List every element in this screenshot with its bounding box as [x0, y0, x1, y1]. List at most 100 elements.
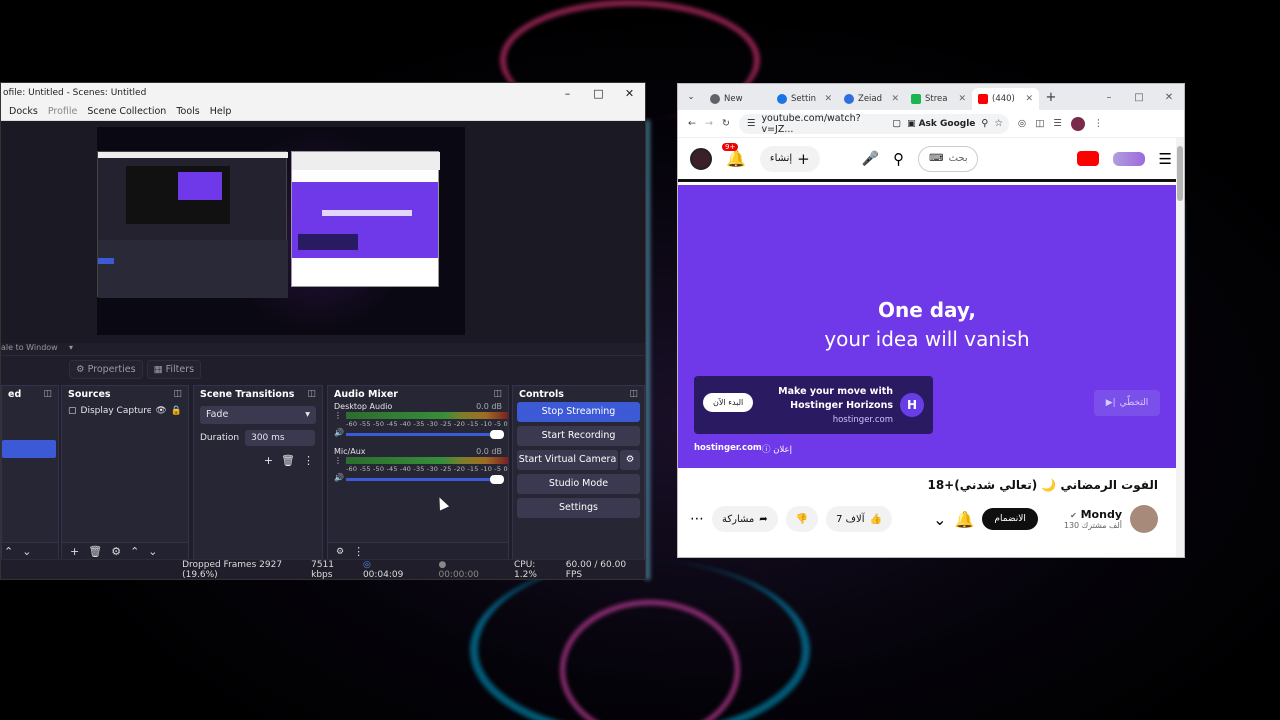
menu-profile[interactable]: Profile — [48, 106, 78, 117]
search-icon[interactable]: ⚲ — [893, 150, 904, 168]
menu-help[interactable]: Help — [210, 106, 232, 117]
join-button[interactable]: الانضمام — [982, 508, 1038, 530]
video-player-ad[interactable]: One day, your idea will vanish البدء الآ… — [678, 185, 1176, 468]
ad-card[interactable]: البدء الآن Make your move with Hostinger… — [694, 376, 933, 434]
avatar[interactable] — [690, 147, 712, 170]
site-info-icon[interactable]: ☰ — [747, 118, 756, 129]
close-icon[interactable]: ✕ — [891, 94, 899, 104]
gear-icon[interactable]: ⚙ — [336, 547, 344, 557]
tab-new[interactable]: New — [704, 88, 771, 110]
close-icon[interactable]: ✕ — [1154, 92, 1184, 103]
notification-bell-icon[interactable]: 🔔 — [954, 510, 974, 529]
transition-select[interactable]: Fade ▾ — [200, 406, 316, 424]
url-field[interactable]: ☰ youtube.com/watch?v=JZ... ▢ ▣ Ask Googl… — [738, 113, 1009, 135]
duration-input[interactable]: 300 ms — [245, 430, 316, 446]
tab-stream[interactable]: Strea ✕ — [905, 88, 972, 110]
chevron-down-icon[interactable]: ⌄ — [22, 545, 31, 558]
menu-scene-collection[interactable]: Scene Collection — [87, 106, 166, 117]
gear-icon[interactable]: ⚙ — [111, 545, 121, 558]
more-icon[interactable]: ⋮ — [303, 454, 314, 467]
dock-menu-icon[interactable]: ◫ — [493, 389, 502, 399]
chevron-down-icon[interactable]: ⌄ — [148, 545, 157, 558]
dock-menu-icon[interactable]: ◫ — [307, 389, 316, 399]
create-button[interactable]: إنشاء + — [759, 145, 820, 172]
source-item[interactable]: ▢ Display Capture 2 👁 🔒 — [62, 402, 188, 420]
new-tab-icon[interactable]: + — [1039, 90, 1063, 105]
ask-google-button[interactable]: ▣ Ask Google — [907, 119, 975, 129]
more-icon[interactable]: ⋮ — [334, 456, 342, 465]
start-recording-button[interactable]: Start Recording — [517, 426, 640, 446]
trash-icon[interactable]: 🗑 — [88, 545, 102, 558]
profile-avatar[interactable] — [1070, 116, 1085, 131]
search-input[interactable]: ⌨ بحث — [918, 145, 979, 172]
maximize-icon[interactable]: □ — [1124, 92, 1154, 103]
eye-icon[interactable]: 👁 — [155, 406, 166, 416]
speaker-icon[interactable]: 🔊 — [334, 473, 344, 482]
notification-bell-icon[interactable]: 🔔 9+ — [722, 143, 746, 168]
back-icon[interactable]: ← — [688, 118, 696, 129]
add-icon[interactable]: + — [70, 545, 79, 558]
scale-to-window-label[interactable]: ale to Window — [1, 343, 58, 352]
tab-search-icon[interactable]: ⌄ — [678, 92, 704, 102]
channel-avatar[interactable] — [1130, 505, 1158, 533]
trash-icon[interactable]: 🗑 — [281, 454, 295, 467]
chevron-down-icon[interactable]: ⌄ — [933, 510, 946, 529]
minimize-icon[interactable]: – — [1094, 92, 1124, 103]
minimize-icon[interactable]: – — [552, 87, 583, 100]
reload-icon[interactable]: ↻ — [722, 118, 730, 129]
start-now-button[interactable]: البدء الآن — [703, 393, 754, 412]
ad-site-link[interactable]: hostinger.com — [694, 443, 762, 453]
more-icon[interactable]: ⋮ — [353, 545, 364, 558]
scene-item-selected[interactable] — [2, 440, 56, 458]
close-icon[interactable]: ✕ — [1025, 94, 1033, 104]
mic-volume-slider[interactable] — [346, 475, 504, 484]
tab-youtube[interactable]: (440) ✕ — [972, 88, 1039, 110]
forward-icon[interactable]: → — [705, 118, 713, 129]
maximize-icon[interactable]: □ — [583, 87, 614, 100]
slider-knob[interactable] — [490, 430, 504, 439]
chevron-up-icon[interactable]: ⌃ — [4, 545, 13, 558]
media-icon[interactable]: ☰ — [1053, 118, 1062, 129]
scrollbar-thumb[interactable] — [1177, 146, 1183, 201]
tab-settings[interactable]: Settin ✕ — [771, 88, 838, 110]
chevron-up-icon[interactable]: ⌃ — [130, 545, 139, 558]
studio-mode-button[interactable]: Studio Mode — [517, 474, 640, 494]
dislike-button[interactable]: 👎 — [785, 506, 819, 532]
start-virtual-camera-button[interactable]: Start Virtual Camera — [517, 450, 618, 470]
obs-preview[interactable] — [97, 127, 465, 335]
obs-titlebar[interactable]: ofile: Untitled - Scenes: Untitled – □ ✕ — [1, 83, 645, 103]
extension-icon[interactable]: ◎ — [1018, 118, 1026, 129]
slider-knob[interactable] — [490, 475, 504, 484]
share-button[interactable]: مشاركة ➦ — [712, 506, 778, 532]
chevron-down-icon[interactable]: ▾ — [69, 343, 73, 352]
more-icon[interactable]: ⋯ — [690, 511, 704, 527]
youtube-logo-icon[interactable] — [1076, 151, 1099, 166]
mic-icon[interactable]: 🎤 — [862, 151, 879, 167]
stop-streaming-button[interactable]: Stop Streaming — [517, 402, 640, 422]
zoom-icon[interactable]: ⚲ — [981, 118, 988, 129]
close-icon[interactable]: ✕ — [614, 87, 645, 100]
puzzle-icon[interactable]: ◫ — [1035, 118, 1044, 129]
filters-button[interactable]: ▦ Filters — [146, 360, 202, 379]
desktop-volume-slider[interactable] — [346, 430, 504, 439]
menu-docks[interactable]: Docks — [9, 106, 38, 117]
channel-name[interactable]: ✔ Mondy — [1064, 508, 1122, 521]
more-icon[interactable]: ⋮ — [334, 411, 342, 420]
lock-icon[interactable]: 🔒 — [171, 406, 182, 416]
cast-icon[interactable]: ▢ — [892, 118, 901, 129]
dock-menu-icon[interactable]: ◫ — [173, 389, 182, 399]
star-icon[interactable]: ☆ — [994, 118, 1003, 129]
properties-button[interactable]: ⚙ Properties — [69, 360, 143, 379]
menu-tools[interactable]: Tools — [176, 106, 199, 117]
scrollbar[interactable] — [1176, 138, 1184, 557]
like-button[interactable]: 7 آلاف 👍 — [826, 506, 892, 532]
settings-button[interactable]: Settings — [517, 498, 640, 518]
menu-icon[interactable]: ☰ — [1159, 150, 1172, 168]
skip-ad-button[interactable]: ▶| التخطّي — [1094, 390, 1160, 416]
dock-menu-icon[interactable]: ◫ — [629, 389, 638, 399]
virtual-camera-settings-icon[interactable]: ⚙ — [620, 450, 640, 470]
close-icon[interactable]: ✕ — [824, 94, 832, 104]
tab-zeiad[interactable]: Zeiad ✕ — [838, 88, 905, 110]
dock-menu-icon[interactable]: ◫ — [43, 389, 52, 399]
add-icon[interactable]: + — [264, 454, 273, 467]
